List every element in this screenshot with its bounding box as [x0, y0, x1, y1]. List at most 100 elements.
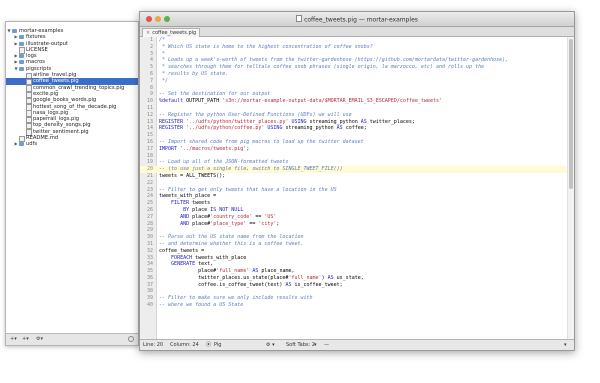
code-line[interactable]: 39 -- Filter to make sure we only include…: [140, 295, 572, 302]
tree-folder[interactable]: ▶ udfs: [6, 141, 138, 147]
code-line[interactable]: 1 /*: [140, 37, 572, 44]
code-editor[interactable]: 1/* 2 * Which US state is home to the hig…: [140, 37, 574, 339]
code-line[interactable]: 34 GENERATE text,: [140, 261, 572, 268]
code-text[interactable]: -- Load up all of the JSON-formatted twe…: [159, 159, 288, 166]
code-line[interactable]: 6 * results by US state.: [140, 71, 572, 78]
code-text[interactable]: coffee.is_coffee_tweet(text) AS is_coffe…: [159, 282, 343, 289]
disclosure-collapsed-icon[interactable]: ▶: [14, 141, 18, 147]
code-lines[interactable]: 1/* 2 * Which US state is home to the hig…: [140, 37, 572, 309]
code-line[interactable]: 4 * Loads up a week's-worth of tweets fr…: [140, 57, 572, 64]
line-number: 28: [146, 220, 153, 227]
line-number: 30: [146, 234, 153, 241]
line-number: 38: [146, 288, 153, 295]
code-line[interactable]: 10 %default OUTPUT_PATH 's3n://mortar-exa…: [140, 98, 572, 105]
code-text[interactable]: * Loads up a week's-worth of tweets from…: [159, 57, 508, 64]
code-text[interactable]: /*: [159, 37, 165, 44]
code-text[interactable]: FILTER tweets: [159, 200, 210, 207]
code-line[interactable]: 27 AND place#'country_code' == 'US': [140, 214, 572, 221]
drawer-resize-icon[interactable]: [128, 336, 134, 342]
code-line[interactable]: 35 place#'full_name' AS place_name,: [140, 268, 572, 275]
soft-tabs-selector[interactable]: Soft Tabs: 2: [286, 340, 315, 350]
code-line[interactable]: 20 -- (to use just a single file, switch …: [140, 166, 572, 173]
code-line[interactable]: 18: [140, 153, 572, 160]
code-line[interactable]: 7 */: [140, 78, 572, 85]
code-line[interactable]: 11: [140, 105, 572, 112]
code-line[interactable]: 22: [140, 180, 572, 187]
add-folder-button[interactable]: +▾: [10, 336, 17, 343]
symbol-selector[interactable]: —: [324, 340, 329, 350]
code-text[interactable]: AND place#'country_code' == 'US': [159, 214, 276, 221]
code-text[interactable]: -- Import shared code from pig macros to…: [159, 139, 364, 146]
code-line[interactable]: 12 -- Register the python User-Defined Fu…: [140, 112, 572, 119]
code-text[interactable]: place#'full_name' AS place_name,: [159, 268, 294, 275]
code-text[interactable]: twitter_places.us_state(place#'full_name…: [159, 275, 364, 282]
code-text[interactable]: -- Filter to get only tweets that have a…: [159, 187, 337, 194]
code-line[interactable]: 8: [140, 85, 572, 92]
code-text[interactable]: * results by US state.: [159, 71, 228, 78]
gear-icon[interactable]: ⚙▾: [36, 336, 43, 343]
code-text[interactable]: */: [159, 78, 168, 85]
code-line[interactable]: 5 * searches through them for telltale c…: [140, 64, 572, 71]
code-line[interactable]: 9 -- Set the destination for our output: [140, 91, 572, 98]
code-text[interactable]: GENERATE text,: [159, 261, 213, 268]
code-text[interactable]: -- Parse out the US state name from the …: [159, 234, 304, 241]
tab-coffee-tweets[interactable]: × coffee_tweets.pig: [142, 28, 201, 37]
code-line[interactable]: 30 -- Parse out the US state name from th…: [140, 234, 572, 241]
code-line[interactable]: 16 -- Import shared code from pig macros …: [140, 139, 572, 146]
code-line[interactable]: 3 *: [140, 51, 572, 58]
tabs-chevron-icon[interactable]: ▾: [314, 340, 317, 350]
code-line[interactable]: 28 AND place#'place_type' == 'city';: [140, 221, 572, 228]
code-line[interactable]: 13 REGISTER '../udfs/python/twitter_place…: [140, 119, 572, 126]
code-text[interactable]: tweets = ALL_TWEETS();: [159, 173, 225, 180]
code-text[interactable]: %default OUTPUT_PATH 's3n://mortar-examp…: [159, 98, 442, 105]
line-number: 26: [146, 206, 153, 213]
code-line[interactable]: 36 twitter_places.us_state(place#'full_n…: [140, 275, 572, 282]
line-number: 39: [146, 295, 153, 302]
code-text[interactable]: AND place#'place_type' == 'city';: [159, 221, 279, 228]
code-text[interactable]: -- Register the python User-Defined Func…: [159, 112, 352, 119]
code-line[interactable]: 40 -- where we found a US State: [140, 302, 572, 309]
symbol-chevron-icon[interactable]: ▾: [564, 340, 567, 350]
code-text[interactable]: -- where we found a US State: [159, 302, 243, 309]
code-text[interactable]: BY place IS NOT NULL: [159, 207, 243, 214]
scrollbar-thumb[interactable]: [569, 39, 573, 189]
code-line[interactable]: 37 coffee.is_coffee_tweet(text) AS is_co…: [140, 282, 572, 289]
code-text[interactable]: REGISTER '../udfs/python/twitter_places.…: [159, 119, 415, 126]
code-line[interactable]: 26 BY place IS NOT NULL: [140, 207, 572, 214]
line-number: 6: [149, 70, 153, 77]
line-number: 34: [146, 261, 153, 268]
code-text[interactable]: coffee_tweets =: [159, 248, 204, 255]
code-line[interactable]: 15: [140, 132, 572, 139]
vertical-scrollbar[interactable]: [567, 37, 574, 339]
code-text[interactable]: * searches through them for telltale cof…: [159, 64, 484, 71]
language-selector[interactable]: Pig: [214, 340, 221, 350]
code-text[interactable]: -- and determine whether this is a coffe…: [159, 241, 304, 248]
code-text[interactable]: FOREACH tweets_with_place: [159, 255, 246, 262]
code-line[interactable]: 23 -- Filter to get only tweets that have…: [140, 187, 572, 194]
tab-close-icon[interactable]: ×: [146, 30, 150, 36]
code-line[interactable]: 14 REGISTER '../udfs/python/coffee.py' US…: [140, 125, 572, 132]
code-text[interactable]: tweets_with_place =: [159, 193, 216, 200]
code-line[interactable]: 33 FOREACH tweets_with_place: [140, 255, 572, 262]
code-line[interactable]: 38: [140, 288, 572, 295]
symbol-gear-icon[interactable]: ⚙ ▾: [266, 340, 275, 350]
code-text[interactable]: -- Set the destination for our output: [159, 91, 270, 98]
code-line[interactable]: 24 tweets_with_place =: [140, 193, 572, 200]
code-text[interactable]: * Which US state is home to the highest …: [159, 44, 373, 51]
folder-icon: [12, 29, 17, 33]
code-line[interactable]: 29: [140, 227, 572, 234]
code-line[interactable]: 21 tweets = ALL_TWEETS();: [140, 173, 572, 180]
code-line[interactable]: 17 IMPORT '../macros/tweets.pig';: [140, 146, 572, 153]
code-line[interactable]: 31 -- and determine whether this is a cof…: [140, 241, 572, 248]
language-icon[interactable]: ⦿: [206, 340, 211, 350]
code-line[interactable]: 25 FILTER tweets: [140, 200, 572, 207]
code-text[interactable]: REGISTER '../udfs/python/coffee.py' USIN…: [159, 125, 367, 132]
code-line[interactable]: 2 * Which US state is home to the highes…: [140, 44, 572, 51]
code-text[interactable]: IMPORT '../macros/tweets.pig';: [159, 146, 249, 153]
add-file-button[interactable]: +▾: [22, 336, 29, 343]
code-text[interactable]: -- (to use just a single file, switch to…: [159, 166, 343, 173]
code-line[interactable]: 32 coffee_tweets =: [140, 248, 572, 255]
code-line[interactable]: 19 -- Load up all of the JSON-formatted t…: [140, 159, 572, 166]
code-text[interactable]: *: [159, 51, 165, 58]
code-text[interactable]: -- Filter to make sure we only include r…: [159, 295, 313, 302]
